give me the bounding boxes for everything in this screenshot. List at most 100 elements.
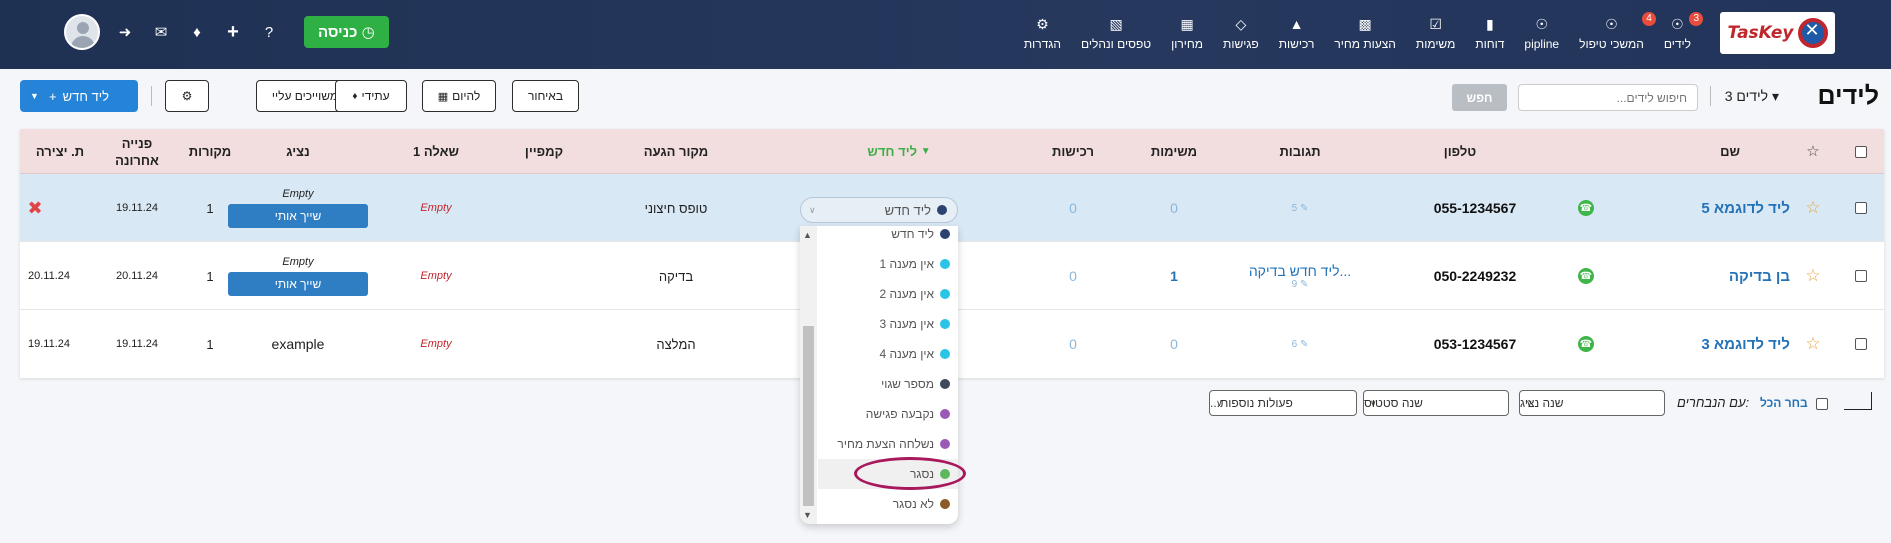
add-lead-button[interactable]: ▼ + ליד חדש xyxy=(20,80,138,112)
header-purchases[interactable]: רכישות xyxy=(1023,129,1123,174)
header-source[interactable]: מקור הגעה xyxy=(616,129,736,174)
lead-name-link[interactable]: ליד לדוגמא 3 xyxy=(1630,310,1790,378)
nav-item-pipline[interactable]: ☉ pipline xyxy=(1514,16,1569,51)
nav-item-purchases[interactable]: ▲ רכישות xyxy=(1269,16,1325,51)
today-button[interactable]: ▦ להיום xyxy=(422,80,496,112)
purchases-count[interactable]: 0 xyxy=(1023,310,1123,378)
header-created[interactable]: ת. יצירה xyxy=(20,129,100,174)
question1-value[interactable]: Empty xyxy=(386,310,486,378)
whatsapp-icon[interactable]: ☎ xyxy=(1578,336,1594,352)
header-responses[interactable]: תגובות xyxy=(1250,129,1350,174)
avatar[interactable] xyxy=(64,14,100,50)
header-tasks[interactable]: משימות xyxy=(1124,129,1224,174)
status-option-wrong-number[interactable]: מספר שגוי xyxy=(818,369,958,399)
lead-source: בדיקה xyxy=(658,268,694,284)
responses-count[interactable]: 9 ✎ xyxy=(1292,279,1309,290)
nav-item-leads[interactable]: ☉ 3 לידים xyxy=(1654,12,1703,51)
header-question1[interactable]: שאלה 1 xyxy=(386,129,486,174)
delete-icon[interactable]: ✖ xyxy=(27,198,42,219)
dropdown-scrollbar[interactable]: ▲ ▼ xyxy=(800,226,817,524)
tasks-count[interactable]: 1 xyxy=(1124,242,1224,310)
scroll-down-icon[interactable]: ▼ xyxy=(803,510,812,520)
status-color-dot xyxy=(937,205,947,215)
search-button[interactable]: חפש xyxy=(1452,84,1507,111)
nav-item-reports[interactable]: ▮ דוחות xyxy=(1465,16,1514,51)
whatsapp-icon[interactable]: ☎ xyxy=(1578,200,1594,216)
responses-count[interactable]: 6 ✎ xyxy=(1250,310,1350,378)
select-all-checkbox[interactable] xyxy=(1846,129,1876,174)
lead-phone[interactable]: 053-1234567 xyxy=(1410,310,1540,378)
purchases-count[interactable]: 0 xyxy=(1023,242,1123,310)
nav-item-quotes[interactable]: ▩ הצעות מחיר xyxy=(1324,16,1406,51)
star-icon[interactable]: ☆ xyxy=(1805,266,1820,286)
late-button[interactable]: באיחור xyxy=(512,80,579,112)
star-icon[interactable]: ☆ xyxy=(1805,334,1820,354)
nav-label: משימות xyxy=(1415,37,1456,51)
lead-phone[interactable]: 050-2249232 xyxy=(1410,242,1540,310)
row-checkbox[interactable] xyxy=(1855,338,1867,350)
tasks-count[interactable]: 0 xyxy=(1124,174,1224,242)
bell-icon[interactable]: ♦ xyxy=(186,24,208,41)
future-button[interactable]: ♦ עתידי xyxy=(335,80,407,112)
login-icon[interactable]: ➜ xyxy=(114,23,136,41)
tasks-count[interactable]: 0 xyxy=(1124,310,1224,378)
nav-item-pricelist[interactable]: ▦ מחירון xyxy=(1161,16,1213,51)
checkbox[interactable] xyxy=(1855,145,1867,158)
status-option-no-answer-2[interactable]: אין מענה 2 xyxy=(818,279,958,309)
filter-settings-button[interactable]: ⚙ xyxy=(165,80,209,112)
status-option-no-answer-3[interactable]: אין מענה 3 xyxy=(818,309,958,339)
nav-item-tasks[interactable]: ☑ משימות xyxy=(1406,16,1465,51)
status-select[interactable]: ליד חדש ∨ xyxy=(800,197,958,223)
nav-label: הגדרות xyxy=(1023,37,1061,51)
row-checkbox[interactable] xyxy=(1855,270,1867,282)
status-option-new-lead[interactable]: ליד חדש xyxy=(818,226,958,249)
purchases-count[interactable]: 0 xyxy=(1023,174,1123,242)
header-campaign[interactable]: קמפיין xyxy=(494,129,594,174)
change-status-select[interactable]: ∨ שנה סטטוס xyxy=(1363,390,1509,416)
clock-icon: ◷ xyxy=(361,24,375,41)
favorite-header[interactable]: ☆ xyxy=(1798,129,1828,174)
header-phone[interactable]: טלפון xyxy=(1410,129,1510,174)
scrollbar-thumb[interactable] xyxy=(803,326,814,506)
checkin-button[interactable]: כניסה ◷ xyxy=(304,16,389,48)
question1-value[interactable]: Empty xyxy=(386,174,486,242)
responses-cell[interactable]: ליד חדש בדיקה... 9 ✎ xyxy=(1240,242,1360,310)
more-actions-select[interactable]: ∨ פעולות נוספות... xyxy=(1209,390,1357,416)
status-option-quote-sent[interactable]: נשלחה הצעת מחיר xyxy=(818,429,958,459)
status-option-no-answer-1[interactable]: אין מענה 1 xyxy=(818,249,958,279)
select-all-link[interactable]: בחר הכל xyxy=(1760,396,1808,410)
leads-count-dropdown[interactable]: 3 לידים ▾ xyxy=(1725,88,1779,105)
status-option-not-closed[interactable]: לא נסגר xyxy=(818,489,958,519)
question1-value[interactable]: Empty xyxy=(386,242,486,310)
header-status[interactable]: ליד חדש ▼ xyxy=(820,129,978,174)
star-icon[interactable]: ☆ xyxy=(1805,198,1820,218)
lead-name-link[interactable]: ליד לדוגמא 5 xyxy=(1630,174,1790,242)
help-icon[interactable]: ? xyxy=(258,24,280,41)
status-option-no-answer-4[interactable]: אין מענה 4 xyxy=(818,339,958,369)
header-sources[interactable]: מקורות xyxy=(170,129,250,174)
row-checkbox[interactable] xyxy=(1855,202,1867,214)
status-color-dot xyxy=(940,379,950,389)
status-color-dot xyxy=(940,289,950,299)
nav-item-followups[interactable]: ☉ 4 המשכי טיפול xyxy=(1569,12,1656,51)
nav-label: pipline xyxy=(1524,37,1560,51)
nav-item-meetings[interactable]: ◇ פגישות xyxy=(1213,16,1269,51)
scroll-up-icon[interactable]: ▲ xyxy=(803,230,812,240)
responses-count[interactable]: 5 ✎ xyxy=(1250,174,1350,242)
nav-item-forms[interactable]: ▧ טפסים ונהלים xyxy=(1071,16,1161,51)
bulk-select-all-checkbox[interactable] xyxy=(1816,398,1828,410)
status-option-meeting-set[interactable]: נקבעה פגישה xyxy=(818,399,958,429)
taskey-logo[interactable]: TasKey xyxy=(1720,12,1835,54)
chat-icon[interactable]: ✉ xyxy=(150,23,172,41)
last-response-text[interactable]: ליד חדש בדיקה... xyxy=(1249,263,1351,279)
plus-icon[interactable]: + xyxy=(222,21,244,44)
search-input[interactable] xyxy=(1518,84,1698,111)
nav-item-settings[interactable]: ⚙ הגדרות xyxy=(1014,16,1071,51)
lead-name-link[interactable]: בן בדיקה xyxy=(1630,242,1790,310)
whatsapp-icon[interactable]: ☎ xyxy=(1578,268,1594,284)
lead-phone[interactable]: 055-1234567 xyxy=(1410,174,1540,242)
chevron-down-icon: ∨ xyxy=(1370,397,1377,408)
header-name[interactable]: שם xyxy=(1680,129,1780,174)
header-last-contact[interactable]: פנייה אחרונה xyxy=(102,129,172,174)
change-rep-select[interactable]: ∨ שנה נציג xyxy=(1519,390,1665,416)
